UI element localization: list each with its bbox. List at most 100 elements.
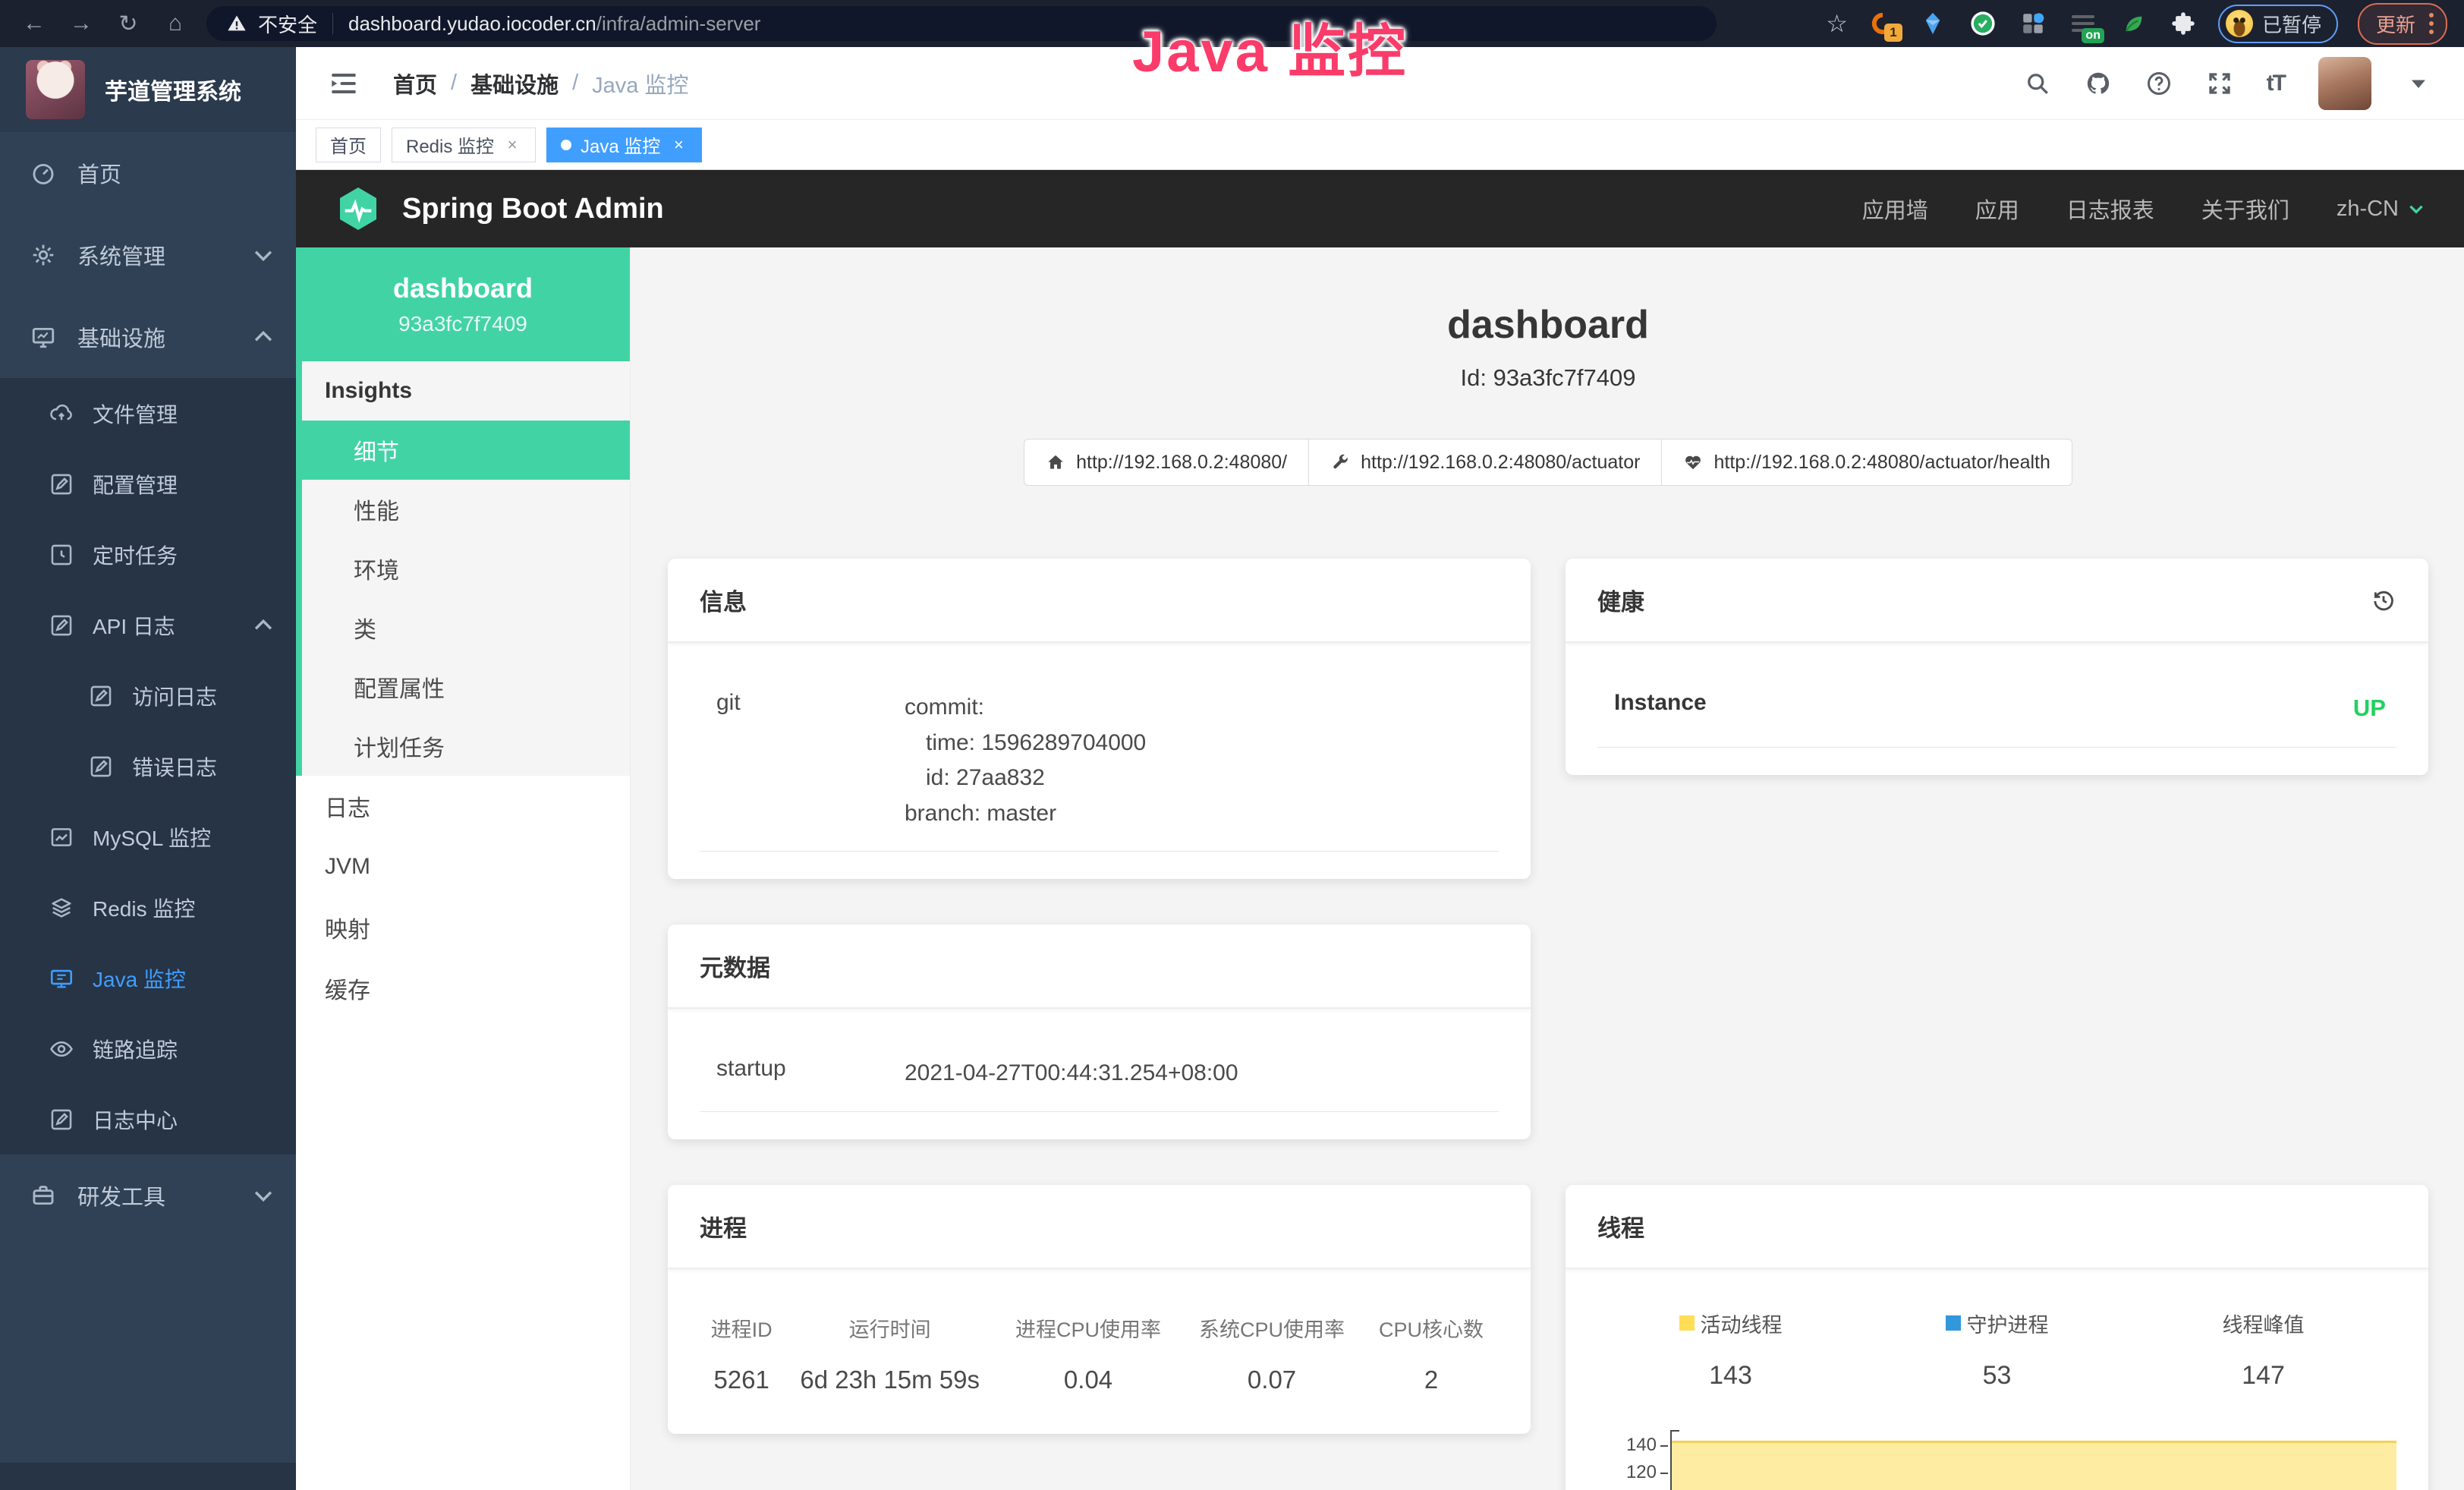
sba-item-environment[interactable]: 环境	[296, 539, 630, 598]
actuator-url-button[interactable]: http://192.168.0.2:48080/actuator	[1308, 439, 1662, 486]
edit-icon	[49, 1107, 74, 1132]
ext-badge: 1	[1884, 24, 1902, 42]
font-size-icon[interactable]: tT	[2267, 71, 2285, 96]
ext-gem-icon[interactable]	[1918, 8, 1948, 39]
url-text: dashboard.yudao.iocoder.cn/infra/admin-s…	[348, 12, 760, 36]
sidebar-item-redis-monitor[interactable]: Redis 监控	[0, 872, 296, 943]
sidebar-item-dev-tools[interactable]: 研发工具	[0, 1155, 296, 1236]
heart-pulse-icon	[1683, 452, 1703, 472]
cloud-upload-icon	[49, 401, 74, 427]
ext-vue-devtools-icon[interactable]	[1968, 8, 1998, 39]
breadcrumb-home[interactable]: 首页	[393, 68, 437, 99]
sba-item-jvm[interactable]: JVM	[296, 836, 630, 897]
forward-icon[interactable]: →	[61, 5, 102, 42]
sidebar-item-api-log[interactable]: API 日志	[0, 590, 296, 660]
home-icon[interactable]: ⌂	[155, 5, 196, 42]
service-url-button[interactable]: http://192.168.0.2:48080/	[1024, 439, 1309, 486]
help-icon[interactable]	[2145, 70, 2173, 97]
fullscreen-icon[interactable]	[2206, 70, 2233, 97]
close-icon[interactable]: ×	[503, 135, 521, 155]
app-title: 芋道管理系统	[105, 73, 241, 106]
github-icon[interactable]	[2085, 70, 2112, 97]
sba-nav-wall[interactable]: 应用墙	[1862, 193, 1928, 225]
sba-item-caches[interactable]: 缓存	[296, 958, 630, 1019]
sidebar-item-log-center[interactable]: 日志中心	[0, 1084, 296, 1155]
sba-nav-journal[interactable]: 日志报表	[2066, 193, 2154, 225]
ext-grid-icon[interactable]	[2018, 8, 2048, 39]
sidebar-item-trace[interactable]: 链路追踪	[0, 1013, 296, 1084]
metadata-key: startup	[700, 1056, 905, 1092]
dashboard-icon	[30, 160, 56, 186]
threads-chart-plot	[1670, 1430, 2396, 1490]
edit-icon	[88, 754, 114, 780]
tag-redis-monitor[interactable]: Redis 监控 ×	[392, 128, 536, 162]
chrome-update-button[interactable]: 更新	[2358, 3, 2447, 45]
sba-item-mappings[interactable]: 映射	[296, 897, 630, 958]
app-logo-row[interactable]: 芋道管理系统	[0, 47, 296, 132]
legend-item-daemon: 守护进程 53	[1864, 1309, 2130, 1391]
tag-home[interactable]: 首页	[316, 128, 381, 162]
sidebar-item-java-monitor[interactable]: Java 监控	[0, 943, 296, 1013]
more-menu-icon[interactable]	[2429, 13, 2434, 34]
sidebar-item-system[interactable]: 系统管理	[0, 214, 296, 296]
ext-puzzle-icon[interactable]	[2168, 8, 2198, 39]
table-row: startup 2021-04-27T00:44:31.254+08:00	[700, 1042, 1499, 1112]
chevron-down-icon	[2406, 199, 2426, 219]
sba-item-metrics[interactable]: 性能	[296, 480, 630, 539]
history-icon[interactable]	[2371, 587, 2396, 613]
ext-leaf-icon[interactable]	[2118, 8, 2148, 39]
process-table: 进程ID 运行时间 进程CPU使用率 系统CPU使用率 CPU核心数 5261	[700, 1303, 1499, 1407]
address-bar[interactable]: 不安全 dashboard.yudao.iocoder.cn/infra/adm…	[206, 6, 1717, 41]
health-url-button[interactable]: http://192.168.0.2:48080/actuator/health	[1661, 439, 2072, 486]
sba-group-insights[interactable]: Insights	[296, 361, 630, 421]
edit-icon	[49, 613, 74, 638]
sba-item-logfile[interactable]: 日志	[296, 776, 630, 836]
table-row: Instance UP	[1597, 676, 2396, 748]
sba-instance-header[interactable]: dashboard 93a3fc7f7409	[296, 247, 630, 361]
edit-icon	[88, 683, 114, 709]
sidebar-item-access-log[interactable]: 访问日志	[0, 660, 296, 731]
sidebar-item-home[interactable]: 首页	[0, 132, 296, 214]
breadcrumb-infra[interactable]: 基础设施	[470, 68, 559, 99]
sba-item-classes[interactable]: 类	[296, 598, 630, 657]
sidebar-item-mysql-monitor[interactable]: MySQL 监控	[0, 802, 296, 872]
sidebar-item-infra[interactable]: 基础设施	[0, 296, 296, 378]
sba-nav-applications[interactable]: 应用	[1975, 193, 2019, 225]
sidebar-item-error-log[interactable]: 错误日志	[0, 731, 296, 802]
app-sidebar: 芋道管理系统 首页 系统管理 基础设施 文件管理 配置管理 定时任务 API 日…	[0, 47, 296, 1490]
sba-item-config-props[interactable]: 配置属性	[296, 657, 630, 717]
chart-icon	[49, 824, 74, 850]
back-icon[interactable]: ←	[14, 5, 55, 42]
tag-java-monitor[interactable]: Java 监控 ×	[546, 128, 702, 162]
sba-body: dashboard 93a3fc7f7409 Insights 细节 性能 环境…	[296, 247, 2464, 1490]
breadcrumb-current: Java 监控	[592, 68, 688, 99]
caret-down-icon[interactable]	[2405, 70, 2432, 97]
sba-item-scheduled-tasks[interactable]: 计划任务	[296, 717, 630, 776]
sba-brand-title[interactable]: Spring Boot Admin	[402, 193, 664, 225]
sba-item-details[interactable]: 细节	[296, 421, 630, 480]
hamburger-icon[interactable]	[328, 68, 360, 99]
sba-nav-about[interactable]: 关于我们	[2201, 193, 2289, 225]
search-icon[interactable]	[2024, 70, 2051, 97]
eye-icon	[49, 1036, 74, 1062]
ext-on-badge: on	[2082, 28, 2104, 43]
chevron-down-icon	[250, 242, 276, 268]
ext-colorzilla-icon[interactable]: 1	[1868, 8, 1898, 39]
page-title: dashboard	[668, 302, 2428, 348]
browser-nav-buttons: ← → ↻ ⌂	[0, 5, 196, 42]
table-row: git commit: time: 1596289704000 id: 27aa…	[700, 676, 1499, 852]
legend-color-live	[1679, 1315, 1695, 1331]
sidebar-item-file-manage[interactable]: 文件管理	[0, 378, 296, 449]
profile-paused-button[interactable]: 已暂停	[2218, 5, 2338, 43]
sidebar-item-config-manage[interactable]: 配置管理	[0, 449, 296, 519]
security-label[interactable]: 不安全	[258, 10, 317, 38]
avatar[interactable]	[2318, 57, 2371, 110]
sidebar-item-scheduled-job[interactable]: 定时任务	[0, 519, 296, 590]
sba-language-select[interactable]: zh-CN	[2337, 197, 2426, 222]
ext-switchyomega-icon[interactable]: on	[2068, 8, 2098, 39]
close-icon[interactable]: ×	[669, 135, 688, 155]
threads-chart-area-live	[1672, 1441, 2396, 1490]
sba-sidebar: dashboard 93a3fc7f7409 Insights 细节 性能 环境…	[296, 247, 630, 1490]
reload-icon[interactable]: ↻	[108, 5, 149, 42]
bookmark-star-icon[interactable]: ☆	[1826, 9, 1848, 38]
